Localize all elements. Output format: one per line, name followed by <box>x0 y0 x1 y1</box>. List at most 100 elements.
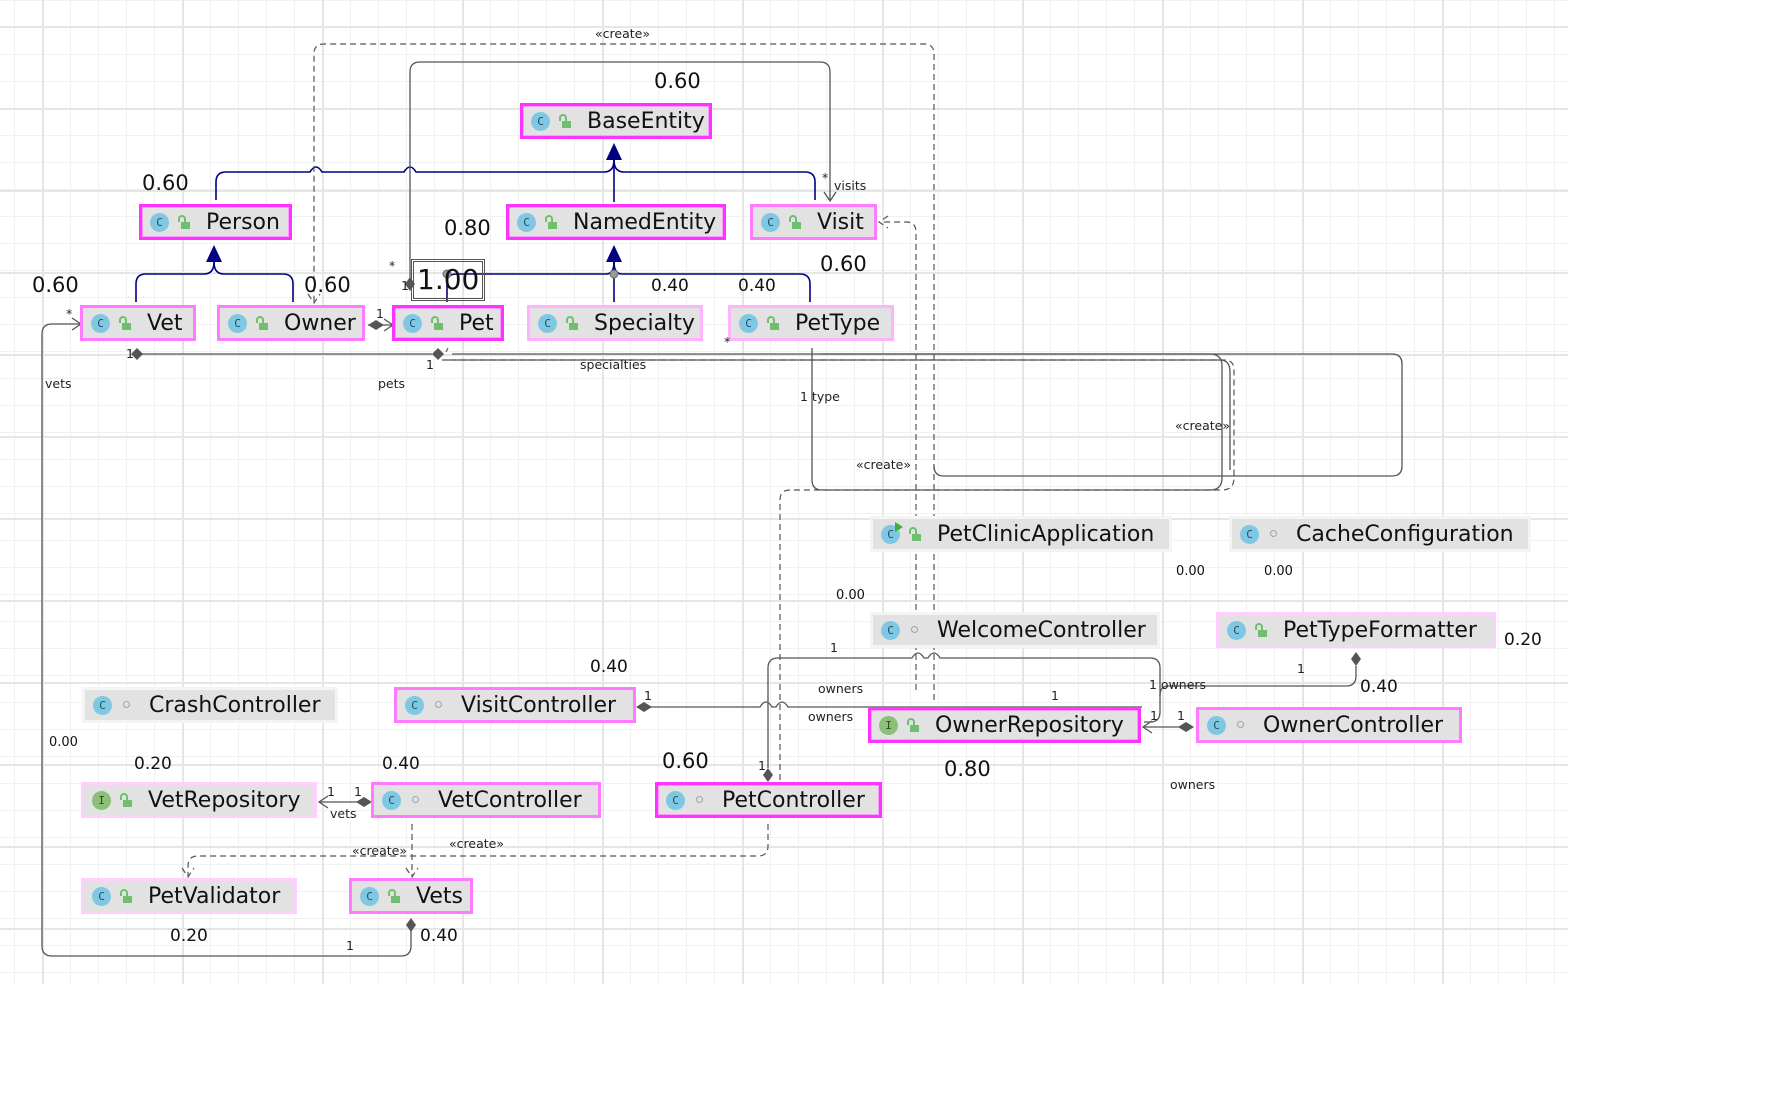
metric-vet: 0.60 <box>32 273 79 297</box>
metric-visitcontroller: 0.40 <box>590 657 628 677</box>
edge-label-mult: * <box>389 258 396 273</box>
public-lock-icon <box>566 316 578 330</box>
node-label: PetClinicApplication <box>937 521 1155 547</box>
node-label: Visit <box>817 209 864 235</box>
metric-vetrepository: 0.20 <box>134 754 172 774</box>
edge-label-mult: 1 <box>644 688 652 703</box>
metric-vets: 0.40 <box>420 926 458 946</box>
metric-vetcontroller: 0.40 <box>382 754 420 774</box>
class-node-vets[interactable]: C Vets <box>349 878 473 914</box>
edge-label-mult: 1 <box>426 357 434 372</box>
class-node-petclinicapplication[interactable]: C PetClinicApplication <box>870 516 1172 552</box>
node-label: Pet <box>459 310 494 336</box>
node-label: Specialty <box>594 310 695 336</box>
edge-label-mult: 1 <box>1051 688 1059 703</box>
edge-label-mult: 1 <box>126 346 134 361</box>
edge-pettype-namedentity <box>613 261 811 302</box>
edge-label-owners: 1 owners <box>1149 677 1207 692</box>
public-lock-icon <box>789 215 801 229</box>
node-label: Vet <box>147 310 183 336</box>
interface-node-ownerrepository[interactable]: I OwnerRepository <box>868 707 1141 743</box>
edge-vet-person <box>135 248 215 302</box>
class-node-crashcontroller[interactable]: C CrashController <box>82 687 338 723</box>
public-lock-icon <box>907 718 919 732</box>
metric-ownercontroller: 0.40 <box>1360 677 1398 697</box>
metric-crashcontroller: 0.00 <box>49 735 78 750</box>
association-edges <box>41 61 1403 957</box>
node-label: WelcomeController <box>937 617 1146 643</box>
node-label: VisitController <box>461 692 617 718</box>
metric-pettype: 0.40 <box>738 276 776 296</box>
edge-label-mult: 1 <box>1297 661 1305 676</box>
interface-icon: I <box>92 790 111 810</box>
class-node-namedentity[interactable]: C NamedEntity <box>506 204 726 240</box>
class-icon: C <box>1227 620 1246 640</box>
class-node-owner[interactable]: C Owner <box>217 305 365 341</box>
inheritance-arrowheads <box>206 143 622 262</box>
public-lock-icon <box>178 215 190 229</box>
edge-label-mult: 1 <box>327 784 335 799</box>
class-node-cacheconfiguration[interactable]: C CacheConfiguration <box>1229 516 1531 552</box>
class-icon: C <box>1240 524 1259 544</box>
class-node-petvalidator[interactable]: C PetValidator <box>81 878 297 914</box>
node-label: Vets <box>416 883 463 909</box>
metric-person: 0.60 <box>142 171 189 195</box>
class-node-vet[interactable]: C Vet <box>80 305 196 341</box>
class-node-visitcontroller[interactable]: C VisitController <box>394 687 636 723</box>
class-node-welcomecontroller[interactable]: C WelcomeController <box>870 612 1160 648</box>
node-label: PetType <box>795 310 881 336</box>
node-label: OwnerController <box>1263 712 1444 738</box>
class-icon: C <box>360 886 379 906</box>
edge-label-mult: 1 <box>830 640 838 655</box>
package-private-icon <box>433 698 445 712</box>
class-icon: C <box>92 886 111 906</box>
class-icon: C <box>881 620 900 640</box>
class-node-pettypeformatter[interactable]: C PetTypeFormatter <box>1216 612 1496 648</box>
edge-vets-vet <box>41 323 412 957</box>
edge-label-mult: * <box>724 334 731 349</box>
edge-person-baseentity <box>215 146 615 200</box>
edge-label-mult: 1 <box>401 278 409 293</box>
interface-node-vetrepository[interactable]: I VetRepository <box>81 782 317 818</box>
class-node-person[interactable]: C Person <box>139 204 292 240</box>
class-node-visit[interactable]: C Visit <box>750 204 877 240</box>
package-private-icon <box>410 793 422 807</box>
class-node-specialty[interactable]: C Specialty <box>527 305 703 341</box>
class-node-pet[interactable]: C Pet <box>392 305 504 341</box>
public-lock-icon <box>909 527 921 541</box>
public-lock-icon <box>120 889 132 903</box>
class-icon: C <box>761 212 780 232</box>
diagram-edges <box>41 43 1403 957</box>
edge-label-mult: * <box>822 170 829 185</box>
node-label: BaseEntity <box>587 108 705 134</box>
metric-ownerrepository: 0.80 <box>944 757 991 781</box>
metric-petvalidator: 0.20 <box>170 926 208 946</box>
node-label: PetController <box>722 787 865 813</box>
class-node-pettype[interactable]: C PetType <box>728 305 894 341</box>
edge-label-mult: 1 <box>354 784 362 799</box>
class-icon: C <box>1207 715 1226 735</box>
class-node-ownercontroller[interactable]: C OwnerController <box>1196 707 1462 743</box>
class-icon: C <box>403 313 422 333</box>
class-node-petcontroller[interactable]: C PetController <box>655 782 882 818</box>
metric-welcomecontroller: 0.00 <box>836 588 865 603</box>
public-lock-icon <box>559 114 571 128</box>
metric-pettypeformatter: 0.20 <box>1504 630 1542 650</box>
package-private-icon <box>1268 527 1280 541</box>
class-node-vetcontroller[interactable]: C VetController <box>371 782 601 818</box>
node-label: NamedEntity <box>573 209 717 235</box>
metric-petcontroller: 0.60 <box>662 749 709 773</box>
edge-owner-person <box>213 261 294 302</box>
edge-label-vets: vets <box>45 376 72 391</box>
package-private-icon <box>694 793 706 807</box>
node-label: OwnerRepository <box>935 712 1124 738</box>
edge-label-owners: owners <box>808 709 854 724</box>
public-lock-icon <box>388 889 400 903</box>
class-icon: C <box>93 695 112 715</box>
class-node-baseentity[interactable]: C BaseEntity <box>520 103 712 139</box>
metric-namedentity: 0.80 <box>444 216 491 240</box>
public-lock-icon <box>545 215 557 229</box>
metric-petclinicapplication: 0.00 <box>1176 564 1205 579</box>
class-icon: C <box>666 790 685 810</box>
public-lock-icon <box>120 793 132 807</box>
